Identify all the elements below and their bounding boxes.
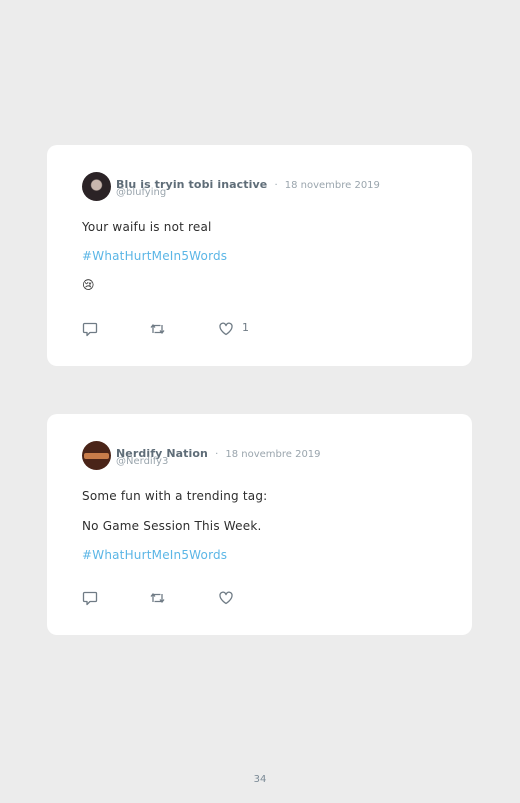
tweet-text: No Game Session This Week. <box>82 519 262 533</box>
tweet-actions: 1 <box>82 321 282 337</box>
retweet-icon[interactable] <box>149 590 166 606</box>
tweet-card: Nerdify Nation · 18 novembre 2019 @Nerdi… <box>47 414 472 635</box>
avatar[interactable] <box>82 441 111 470</box>
meta-separator: · <box>215 449 219 460</box>
tweet-actions <box>82 590 282 606</box>
like-count: 1 <box>242 321 249 334</box>
tweet-date[interactable]: 18 novembre 2019 <box>285 180 380 191</box>
retweet-icon[interactable] <box>149 321 166 337</box>
tweet-header: Nerdify Nation · 18 novembre 2019 @Nerdi… <box>82 441 442 471</box>
like-icon[interactable] <box>218 321 234 337</box>
tweet-card: Blu is tryin tobi inactive · 18 novembre… <box>47 145 472 366</box>
avatar[interactable] <box>82 172 111 201</box>
crying-face-emoji: 😢 <box>82 278 95 292</box>
tweet-date[interactable]: 18 novembre 2019 <box>225 449 320 460</box>
tweet-text: Your waifu is not real <box>82 220 212 234</box>
meta-separator: · <box>274 180 278 191</box>
hashtag-link[interactable]: #WhatHurtMeIn5Words <box>82 548 227 562</box>
hashtag-link[interactable]: #WhatHurtMeIn5Words <box>82 249 227 263</box>
author-handle[interactable]: @Nerdify3 <box>116 456 168 467</box>
author-handle[interactable]: @blufying <box>116 187 166 198</box>
tweet-text: Some fun with a trending tag: <box>82 489 268 503</box>
page-number: 34 <box>253 774 267 785</box>
like-icon[interactable] <box>218 590 234 606</box>
reply-icon[interactable] <box>82 321 98 337</box>
reply-icon[interactable] <box>82 590 98 606</box>
tweet-header: Blu is tryin tobi inactive · 18 novembre… <box>82 172 442 202</box>
